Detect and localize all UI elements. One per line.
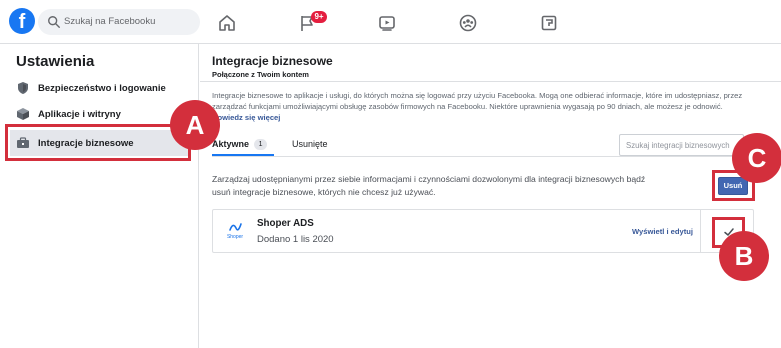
integration-card: Shoper Shoper ADS Dodano 1 lis 2020 Wyśw…	[212, 209, 754, 253]
sidebar-item-security[interactable]: Bezpieczeństwo i logowanie	[10, 75, 188, 101]
page-description: Integracje biznesowe to aplikacje i usłu…	[212, 90, 750, 123]
logo-text: Shoper	[226, 234, 244, 240]
top-bar: f Szukaj na Facebooku 9+	[0, 0, 781, 44]
integration-date: Dodano 1 lis 2020	[257, 234, 334, 245]
global-search-input[interactable]: Szukaj na Facebooku	[38, 9, 200, 35]
integrations-search-input[interactable]: Szukaj integracji biznesowych	[619, 134, 744, 156]
sidebar-item-label: Bezpieczeństwo i logowanie	[38, 83, 166, 94]
video-icon[interactable]	[377, 13, 397, 33]
notifications-badge: 9+	[311, 11, 327, 23]
home-icon[interactable]	[217, 13, 237, 33]
shoper-logo-icon: Shoper	[222, 220, 248, 244]
page-subtitle: Połączone z Twoim kontem	[212, 70, 309, 79]
learn-more-link[interactable]: Dowiedz się więcej	[212, 113, 280, 122]
tabs-divider	[212, 156, 757, 157]
description-text: Integracje biznesowe to aplikacje i usłu…	[212, 91, 743, 111]
groups-icon[interactable]	[458, 13, 478, 33]
callout-b: B	[719, 231, 769, 281]
gaming-icon[interactable]	[539, 13, 559, 33]
tab-removed[interactable]: Usunięte	[292, 139, 328, 149]
tab-active[interactable]: Aktywne 1	[212, 139, 268, 151]
cube-icon	[17, 108, 29, 120]
callout-a: A	[170, 100, 220, 150]
tab-label: Aktywne	[212, 139, 250, 149]
shoper-mark-icon	[229, 223, 242, 231]
highlight-box-sidebar	[5, 124, 191, 161]
facebook-logo-icon[interactable]: f	[9, 8, 35, 34]
header-divider	[200, 81, 781, 82]
integration-name: Shoper ADS	[257, 218, 314, 229]
manage-instructions: Zarządzaj udostępnianymi przez siebie in…	[212, 174, 646, 197]
search-icon	[48, 16, 60, 28]
page-title: Integracje biznesowe	[212, 54, 333, 68]
sidebar-item-label: Aplikacje i witryny	[38, 109, 121, 120]
search-placeholder: Szukaj na Facebooku	[64, 16, 156, 27]
main-content: Integracje biznesowe Połączone z Twoim k…	[200, 44, 781, 348]
tab-count-badge: 1	[254, 139, 268, 151]
card-separator	[700, 210, 701, 252]
view-edit-link[interactable]: Wyświetl i edytuj	[632, 227, 693, 236]
callout-c: C	[732, 133, 781, 183]
sidebar-title: Ustawienia	[16, 53, 95, 70]
shield-icon	[18, 82, 28, 94]
settings-sidebar: Ustawienia Bezpieczeństwo i logowanie Ap…	[0, 44, 199, 348]
